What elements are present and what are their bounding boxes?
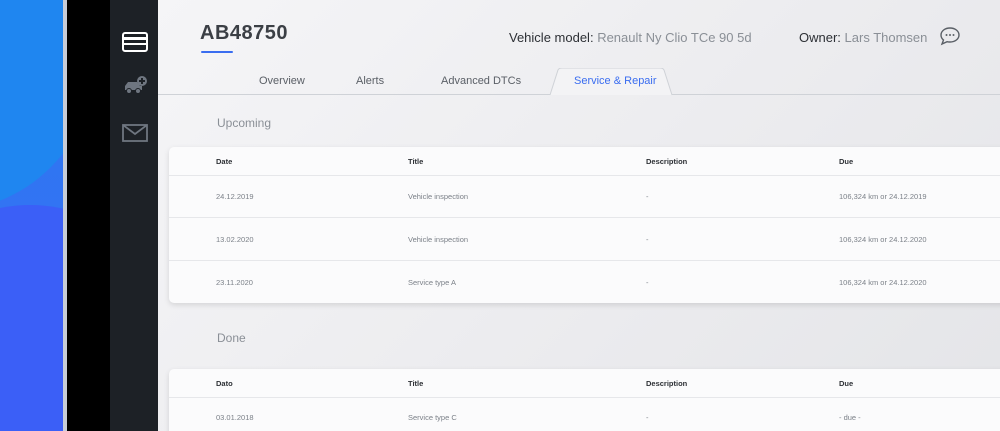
tab-advanced-dtcs[interactable]: Advanced DTCs [441,75,521,87]
upcoming-heading: Upcoming [217,116,272,130]
upcoming-table: Date Title Description Due 24.12.2019 Ve… [169,147,1000,303]
vehicle-model-label: Vehicle model: [509,30,594,45]
desktop-background [0,0,66,431]
mail-icon[interactable] [122,121,148,145]
row-description: - [646,235,649,244]
row-due: - due - [839,413,861,422]
row-description: - [646,413,649,422]
add-vehicle-icon[interactable] [122,74,148,98]
row-description: - [646,278,649,287]
column-header-date[interactable]: Dato [216,379,233,388]
row-date: 23.11.2020 [216,278,253,287]
done-heading: Done [217,331,246,345]
table-header: Dato Title Description Due [169,369,1000,398]
vehicle-owner: Owner: Lars Thomsen [799,30,927,45]
chat-icon[interactable] [939,26,961,46]
vehicle-plate: AB48750 [200,22,289,44]
owner-label: Owner: [799,30,841,45]
table-row[interactable]: 23.11.2020 Service type A - 106,324 km o… [169,261,1000,303]
table-row[interactable]: 03.01.2018 Service type C - - due - [169,398,1000,431]
sidebar [110,0,158,431]
tab-overview[interactable]: Overview [259,75,305,87]
column-header-due[interactable]: Due [839,157,853,166]
row-title: Vehicle inspection [408,192,469,201]
table-header: Date Title Description Due [169,147,1000,176]
device-frame [67,0,110,431]
table-row[interactable]: 13.02.2020 Vehicle inspection - 106,324 … [169,218,1000,261]
row-title: Vehicle inspection [408,235,469,244]
row-title: Service type C [408,413,457,422]
list-icon[interactable] [122,30,148,54]
owner-value[interactable]: Lars Thomsen [845,30,928,45]
tab-service-repair[interactable]: Service & Repair [550,68,684,96]
column-header-title[interactable]: Title [408,379,423,388]
main-content: AB48750 Vehicle model: Renault Ny Clio T… [158,0,1000,431]
row-date: 13.02.2020 [216,235,254,244]
row-date: 24.12.2019 [216,192,254,201]
vehicle-model-value: Renault Ny Clio TCe 90 5d [597,30,752,45]
tab-service-repair-label: Service & Repair [574,75,657,87]
row-due: 106,324 km or 24.12.2020 [839,235,927,244]
row-due: 106,324 km or 24.12.2020 [839,278,927,287]
tab-alerts[interactable]: Alerts [356,75,384,87]
done-table: Dato Title Description Due 03.01.2018 Se… [169,369,1000,431]
column-header-description[interactable]: Description [646,157,687,166]
column-header-description[interactable]: Description [646,379,687,388]
row-due: 106,324 km or 24.12.2019 [839,192,927,201]
vehicle-model: Vehicle model: Renault Ny Clio TCe 90 5d [509,30,752,45]
column-header-due[interactable]: Due [839,379,853,388]
row-date: 03.01.2018 [216,413,254,422]
row-title: Service type A [408,278,456,287]
row-description: - [646,192,649,201]
column-header-title[interactable]: Title [408,157,423,166]
plate-underline [201,51,233,53]
table-row[interactable]: 24.12.2019 Vehicle inspection - 106,324 … [169,176,1000,218]
column-header-date[interactable]: Date [216,157,232,166]
